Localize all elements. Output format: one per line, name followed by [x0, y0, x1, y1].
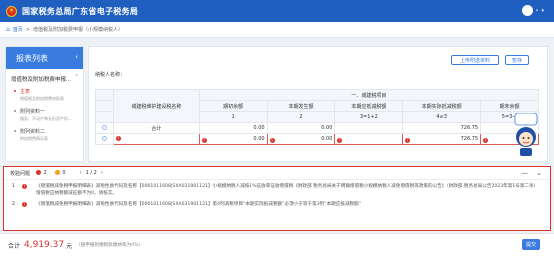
prev-page-icon[interactable]: ‹	[80, 170, 82, 176]
column-number: 2	[266, 111, 336, 123]
upload-attachments-button[interactable]: 上传附送资料	[451, 55, 499, 65]
submit-button[interactable]: 提交	[522, 239, 540, 250]
bullet-icon	[14, 90, 16, 92]
tax-name-select[interactable]: !	[112, 133, 200, 145]
breadcrumb-home[interactable]: 首页	[13, 26, 23, 33]
cell-value[interactable]: 0.00	[266, 122, 336, 134]
cell-value[interactable]	[334, 122, 404, 134]
sidebar-item-attachment-1[interactable]: 附列资料一 服务、不动产和无形资产扣...	[6, 105, 83, 125]
validation-index: 1	[12, 184, 15, 189]
taxpayer-name-label: 纳税人名称：	[95, 72, 126, 78]
sidebar-item-label: 附列资料一	[20, 109, 46, 115]
report-list-sidebar: 报表列表 ‹ 增值税及附加税费申报... ˆ 主表 增值税及附加税费申报表 附列…	[5, 46, 84, 162]
table-row: 合计 0.00 0.00 726.75	[95, 122, 539, 134]
payment-note: （随申报附缴税款缴纳率为0%）	[76, 243, 144, 248]
cell-value[interactable]: !	[334, 133, 404, 145]
sidebar-item-main-table[interactable]: 主表 增值税及附加税费申报表	[6, 85, 83, 105]
next-page-icon[interactable]: ›	[101, 170, 103, 176]
sidebar-item-desc: 服务、不动产和无形资产扣...	[20, 116, 72, 121]
warning-icon	[54, 170, 60, 175]
tax-bureau-emblem-icon: ★	[6, 5, 17, 17]
table-row: ! ! 0.00 ! 0.00 ! ! 726.75 !	[95, 133, 539, 145]
sidebar-header: 报表列表 ‹	[6, 47, 83, 69]
row-header-name: 城建税维护建设税名称	[112, 89, 200, 123]
urban-tax-table: 城建税维护建设税名称 一、城建税项目 期初余额 本期发生额 本期应抵减税额 本期…	[95, 89, 540, 145]
sidebar-group[interactable]: 增值税及附加税费申报... ˆ	[6, 69, 83, 85]
error-icon	[36, 170, 42, 175]
row-name: 合计	[112, 122, 200, 134]
site-title: 国家税务总局广东省电子税务局	[22, 6, 139, 16]
validation-item[interactable]: 2 ! 《增值税减免税申报明细表》减免性质代码及名称【0001011608|SX…	[4, 197, 550, 208]
pager-text: 1 / 2	[85, 170, 97, 176]
chevron-up-icon[interactable]: ˆ	[75, 75, 78, 83]
sidebar-title: 报表列表	[16, 53, 48, 63]
cell-value[interactable]: 0.00	[198, 122, 268, 134]
row-radio-icon[interactable]	[101, 136, 107, 141]
error-icon: !	[22, 184, 27, 189]
error-icon: !	[269, 137, 275, 143]
breadcrumb-current: 增值税及附加税费申报（小规模纳税人）	[33, 27, 124, 33]
avatar[interactable]	[521, 5, 533, 16]
total-label: 合计	[8, 242, 21, 250]
cell-value[interactable]: ! 726.75	[402, 133, 482, 145]
validation-message: 《增值税减免税申报明细表》减免性质代码及名称【0001011608|SXA031…	[36, 202, 362, 207]
column-number: 3=1+2	[334, 111, 404, 123]
add-row-icon[interactable]	[101, 125, 107, 130]
sidebar-item-desc: 增值税及附加税费申报表	[20, 96, 64, 101]
breadcrumb-separator: >	[25, 26, 31, 33]
error-icon: !	[201, 137, 207, 143]
error-icon: !	[337, 137, 343, 143]
column-number: 1	[198, 111, 268, 123]
currency-unit: 元	[66, 242, 73, 250]
bullet-icon	[14, 110, 16, 112]
warning-count: 0	[62, 170, 66, 176]
chevron-down-icon[interactable]: ▾	[541, 8, 544, 14]
validation-message: 《增值税减免税申报明细表》减免性质代码及名称【0001011608|SXA031…	[36, 184, 539, 196]
breadcrumb: ⌂ 首页 > 增值税及附加税费申报（小规模纳税人）	[0, 22, 554, 38]
error-icon: !	[483, 137, 489, 143]
top-bar: ★ 国家税务总局广东省电子税务局 • ▾	[0, 0, 554, 22]
error-count: 2	[43, 170, 47, 176]
column-header: 期末余额	[480, 100, 539, 112]
footer-bar: 合计 4,919.37 元 （随申报附缴税款缴纳率为0%） 提交	[0, 233, 554, 256]
error-icon: !	[405, 137, 411, 143]
column-header: 期初余额	[198, 100, 268, 112]
smart-assistant-icon[interactable]	[511, 112, 541, 157]
sidebar-item-desc: 附加税费情况表	[20, 136, 48, 141]
error-icon: !	[22, 202, 27, 207]
user-name-suffix: •	[535, 7, 539, 14]
validation-item[interactable]: 1 ! 《增值税减免税申报明细表》减免性质代码及名称【0001011608|SX…	[4, 180, 550, 197]
bullet-icon	[14, 130, 16, 132]
section-title: 一、城建税项目	[198, 89, 540, 101]
validation-panel: 校验问题 2 0 ‹ 1 / 2 › — ⌄ 1 ! 《增值税减免税申报明细表》…	[3, 166, 551, 231]
chevron-down-icon[interactable]: ⌄	[536, 169, 542, 177]
home-icon[interactable]: ⌂	[6, 26, 10, 33]
column-number: 4≤3	[402, 111, 482, 123]
column-header: 本期应抵减税额	[334, 100, 404, 112]
validation-title: 校验问题	[10, 170, 31, 177]
column-header: 本期发生额	[266, 100, 336, 112]
column-header: 本期实际抵减税额	[402, 100, 482, 112]
minimize-icon[interactable]: —	[521, 169, 528, 177]
sidebar-item-label: 附列资料二	[20, 129, 46, 135]
cell-value[interactable]: 726.75	[402, 122, 482, 134]
validation-index: 2	[12, 202, 15, 207]
cell-value[interactable]: ! 0.00	[198, 133, 268, 145]
cell-value[interactable]: ! 0.00	[266, 133, 336, 145]
save-draft-button[interactable]: 暂存	[505, 55, 529, 65]
validation-header: 校验问题 2 0 ‹ 1 / 2 › — ⌄	[4, 167, 550, 180]
declaration-form-panel: 上传附送资料 暂存 纳税人名称： 城建税维护建设税名称 一、城建税项目 期初余额…	[88, 46, 548, 162]
error-icon: !	[115, 136, 121, 141]
chevron-left-icon[interactable]: ‹	[75, 53, 78, 61]
sidebar-item-attachment-2[interactable]: 附列资料二 附加税费情况表	[6, 125, 83, 145]
user-menu[interactable]: • ▾	[521, 5, 544, 16]
sidebar-item-label: 主表	[20, 89, 31, 95]
total-amount: 4,919.37	[24, 240, 65, 250]
sidebar-group-label: 增值税及附加税费申报...	[11, 77, 72, 83]
